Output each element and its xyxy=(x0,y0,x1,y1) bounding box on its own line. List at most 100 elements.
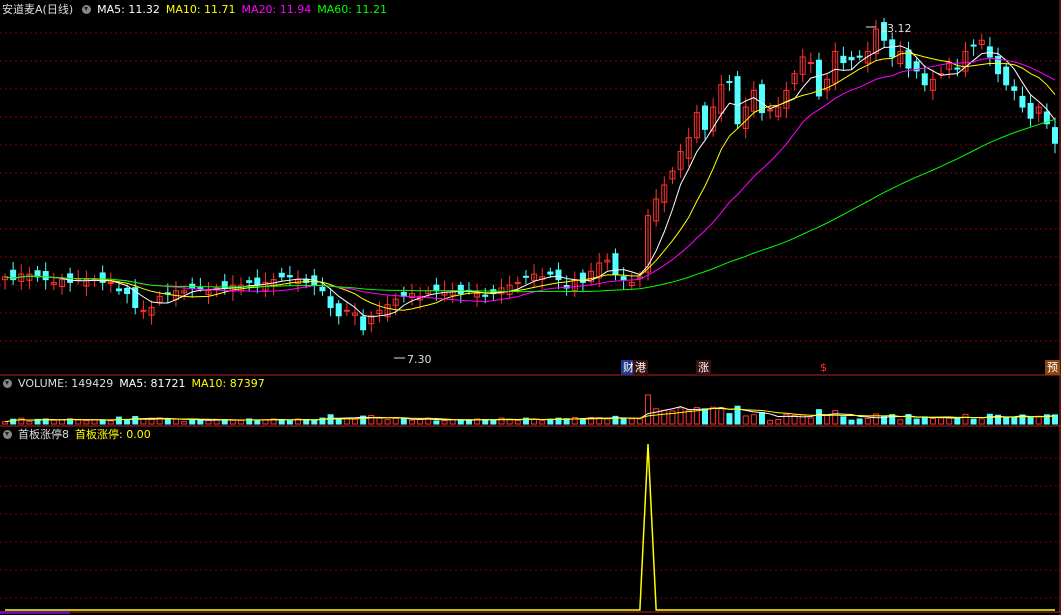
volume-bar xyxy=(978,418,985,425)
volume-bar xyxy=(864,417,871,425)
volume-bar xyxy=(392,417,399,425)
candle-body xyxy=(335,303,342,317)
settings-dropdown-icon[interactable] xyxy=(82,4,92,14)
candle-body xyxy=(197,287,204,290)
indicator-line xyxy=(5,443,1055,611)
candle-body xyxy=(807,62,814,65)
volume-bar xyxy=(539,420,546,425)
volume-bar xyxy=(352,418,358,425)
volume-header: VOLUME: 149429 MA5: 81721 MA10: 87397 xyxy=(0,376,271,392)
indicator-title: 首板涨停8 xyxy=(18,428,69,441)
volume-bar xyxy=(50,419,57,425)
candle-body xyxy=(107,281,114,284)
volume-bar xyxy=(807,417,814,425)
candle-body xyxy=(42,271,49,281)
tag-zhang[interactable]: 涨 xyxy=(696,360,711,375)
volume-bar xyxy=(636,418,643,425)
volume-bar xyxy=(750,414,757,425)
volume-bar xyxy=(148,418,155,425)
volume-bar xyxy=(181,421,188,425)
ma20-label: MA20: 11.94 xyxy=(241,3,312,16)
volume-bar xyxy=(197,419,204,425)
volume-bar xyxy=(490,419,497,425)
volume-bar xyxy=(229,419,236,425)
ma10-line xyxy=(4,52,1056,311)
low-price-label: 7.30 xyxy=(407,353,432,366)
candle-body xyxy=(986,46,993,58)
tag-gang[interactable]: 港 xyxy=(633,360,648,375)
volume-bar xyxy=(848,419,855,425)
candle-body xyxy=(1052,127,1058,144)
volume-bar xyxy=(172,418,179,425)
volume-bar xyxy=(946,417,953,425)
volume-bar xyxy=(107,420,114,425)
volume-bar xyxy=(408,419,415,425)
candle-body xyxy=(726,81,733,84)
tag-yu[interactable]: 预 xyxy=(1045,360,1060,375)
volume-bar xyxy=(702,408,708,425)
indicator-header: 首板涨停8 首板涨停: 0.00 xyxy=(0,427,157,443)
volume-bar xyxy=(91,419,98,425)
candle-body xyxy=(547,271,554,275)
volume-bar xyxy=(164,418,171,425)
candle-body xyxy=(1011,86,1018,91)
candle-body xyxy=(278,272,285,278)
volume-bar xyxy=(661,409,668,425)
candle-body xyxy=(254,277,261,286)
volume-bar xyxy=(767,419,774,425)
volume-bar xyxy=(384,419,391,425)
candle-body xyxy=(767,109,774,112)
candle-body xyxy=(457,284,464,295)
volume-bar xyxy=(604,418,611,425)
volume-ma5-label: MA5: 81721 xyxy=(119,377,186,390)
volume-bar xyxy=(832,410,839,425)
ma60-label: MA60: 11.21 xyxy=(317,3,387,16)
volume-bar xyxy=(962,413,969,425)
candle-body xyxy=(360,316,367,331)
candle-body xyxy=(1019,95,1026,108)
volume-bar xyxy=(856,418,863,425)
volume-bar xyxy=(1027,416,1034,425)
volume-bar xyxy=(758,412,765,425)
volume-bar xyxy=(278,419,285,425)
candle-body xyxy=(246,280,253,283)
candle-body xyxy=(433,284,440,292)
tag-dollar[interactable]: $ xyxy=(818,360,829,375)
volume-bar xyxy=(693,407,700,425)
volume-dropdown-icon[interactable] xyxy=(3,378,12,388)
stock-title: 安道麦A(日线) xyxy=(2,3,74,16)
candle-body xyxy=(482,294,489,297)
volume-bar xyxy=(286,420,293,425)
candle-body xyxy=(889,39,896,58)
candle-body xyxy=(1027,102,1034,119)
volume-bar xyxy=(531,418,538,425)
candle-body xyxy=(514,281,521,284)
volume-bar xyxy=(400,418,407,425)
volume-bar xyxy=(775,419,782,425)
ma5-label: MA5: 11.32 xyxy=(97,3,160,16)
volume-bar xyxy=(115,416,122,425)
volume-bar xyxy=(824,414,831,425)
main-header: 安道麦A(日线) MA5: 11.32 MA10: 11.71 MA20: 11.94… xyxy=(0,2,393,18)
volume-bar xyxy=(1003,416,1010,425)
candle-body xyxy=(115,288,122,292)
volume-bar xyxy=(238,419,245,425)
candle-body xyxy=(840,55,847,64)
candle-body xyxy=(555,269,562,281)
volume-bar xyxy=(677,407,684,425)
volume-bar xyxy=(938,417,945,425)
indicator-dropdown-icon[interactable] xyxy=(3,429,12,439)
candle-body xyxy=(734,76,741,125)
candle-body xyxy=(954,67,961,70)
volume-bar xyxy=(1011,417,1018,425)
indicator-value: 首板涨停: 0.00 xyxy=(75,428,151,441)
volume-bar xyxy=(815,409,822,425)
volume-bar xyxy=(970,418,977,425)
volume-bar xyxy=(449,419,456,425)
candle-body xyxy=(970,44,977,47)
volume-bar xyxy=(579,418,586,425)
stock-chart xyxy=(0,0,1061,615)
candle-body xyxy=(1003,66,1010,86)
volume-bar xyxy=(514,419,521,425)
volume-bar xyxy=(645,394,652,425)
